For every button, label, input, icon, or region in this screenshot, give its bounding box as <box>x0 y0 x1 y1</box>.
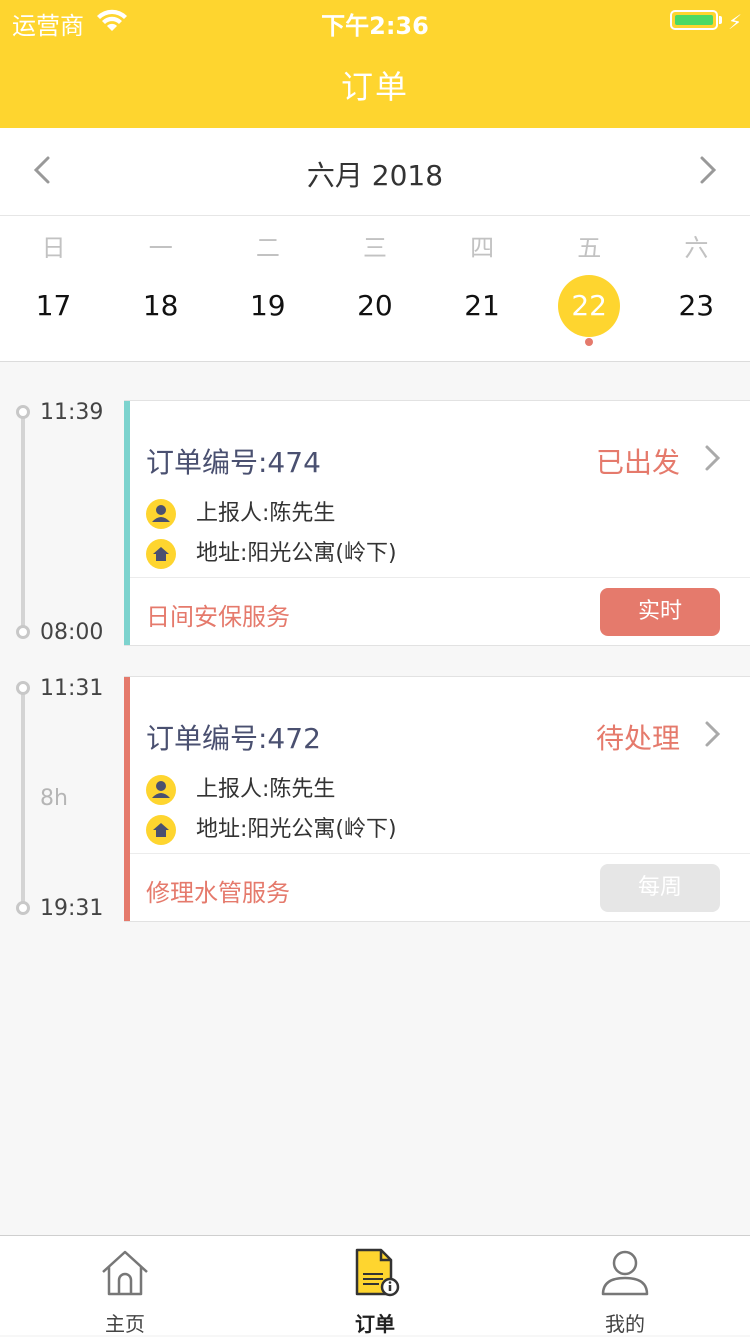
schedule-tag-button[interactable]: 每周 <box>600 864 720 912</box>
tab-label: 订单 <box>355 1312 395 1336</box>
chevron-right-icon[interactable] <box>702 719 724 749</box>
status-bar: 运营商 下午2:36 ⚡ <box>0 0 750 40</box>
reporter-text: 上报人:陈先生 <box>196 777 336 802</box>
card-accent-bar <box>124 401 130 645</box>
timeline-end-node <box>16 901 30 915</box>
address-text: 地址:阳光公寓(岭下) <box>196 541 397 566</box>
weekday-label: 日 <box>41 234 66 262</box>
order-status: 已出发 <box>595 446 680 479</box>
order-end-time: 08:00 <box>40 620 104 645</box>
weekday-row: 日 一 二 三 四 五 六 <box>0 228 750 263</box>
home-icon <box>102 1250 148 1296</box>
weekday-label: 五 <box>577 234 602 262</box>
schedule-tag-button[interactable]: 实时 <box>600 588 720 636</box>
order-status: 待处理 <box>595 722 680 755</box>
battery-cap <box>719 16 722 24</box>
timeline-end-node <box>16 625 30 639</box>
timeline-start-node <box>16 405 30 419</box>
date-number: 20 <box>357 289 393 322</box>
house-icon <box>146 815 176 845</box>
tab-label: 我的 <box>605 1312 645 1336</box>
card-accent-bar <box>124 677 130 921</box>
house-icon <box>146 539 176 569</box>
order-icon <box>355 1248 400 1297</box>
date-number: 18 <box>142 289 179 322</box>
date-cell[interactable]: 17 <box>0 274 107 338</box>
month-label: 六月 2018 <box>306 159 444 192</box>
card-divider <box>130 853 750 854</box>
bottom-tab-bar: 主页 订单 我的 <box>0 1235 750 1336</box>
date-cell[interactable]: 21 <box>429 274 536 338</box>
order-duration: 8h <box>40 786 68 811</box>
page-title: 订单 <box>340 68 409 106</box>
tab-label: 主页 <box>105 1312 145 1336</box>
person-icon <box>146 775 176 805</box>
order-number: 订单编号:472 <box>146 722 321 755</box>
weekday-label: 一 <box>148 234 173 262</box>
address-text: 地址:阳光公寓(岭下) <box>196 817 397 842</box>
tab-orders[interactable]: 订单 <box>250 1236 500 1336</box>
date-number: 22 <box>558 275 621 337</box>
weekday-label: 四 <box>470 234 495 262</box>
chevron-right-icon[interactable] <box>702 443 724 473</box>
calendar-header: 六月 2018 <box>0 128 750 216</box>
order-end-time: 19:31 <box>40 896 104 921</box>
date-cell[interactable]: 18 <box>107 274 214 338</box>
order-number: 订单编号:474 <box>146 446 321 479</box>
date-cell[interactable]: 19 <box>214 274 321 338</box>
service-name: 日间安保服务 <box>146 603 290 631</box>
date-cell[interactable]: 23 <box>643 274 750 338</box>
date-cell-selected[interactable]: 22 <box>536 274 643 346</box>
week-calendar: 六月 2018 日 一 二 三 四 五 六 17 18 19 20 21 22 … <box>0 128 750 362</box>
date-number: 17 <box>35 289 72 322</box>
date-number: 21 <box>464 289 500 322</box>
timeline-start-node <box>16 681 30 695</box>
order-start-time: 11:31 <box>40 676 104 701</box>
order-start-time: 11:39 <box>40 400 104 425</box>
date-row: 17 18 19 20 21 22 23 <box>0 274 750 346</box>
reporter-text: 上报人:陈先生 <box>196 501 336 526</box>
card-divider <box>130 577 750 578</box>
service-name: 修理水管服务 <box>146 879 290 907</box>
tab-profile[interactable]: 我的 <box>500 1236 750 1336</box>
person-icon <box>146 499 176 529</box>
date-number: 19 <box>249 289 286 322</box>
timeline-line <box>21 412 25 632</box>
next-month-button[interactable] <box>686 150 726 190</box>
date-cell[interactable]: 20 <box>321 274 428 338</box>
date-number: 23 <box>678 289 715 322</box>
status-time: 下午2:36 <box>321 12 429 40</box>
weekday-label: 三 <box>362 234 387 262</box>
event-dot <box>585 338 594 346</box>
order-card[interactable]: 订单编号:474 已出发 上报人:陈先生 地址:阳光公寓(岭下) 日间安保服务 … <box>124 400 750 646</box>
app-header: 运营商 下午2:36 ⚡ 订单 <box>0 0 750 128</box>
weekday-label: 二 <box>255 234 280 262</box>
battery-icon <box>670 10 718 30</box>
charging-icon: ⚡ <box>728 10 743 34</box>
profile-icon <box>601 1250 649 1296</box>
weekday-label: 六 <box>684 234 709 262</box>
order-card[interactable]: 订单编号:472 待处理 上报人:陈先生 地址:阳光公寓(岭下) 修理水管服务 … <box>124 676 750 922</box>
tab-home[interactable]: 主页 <box>0 1236 250 1336</box>
timeline-line <box>21 688 25 908</box>
